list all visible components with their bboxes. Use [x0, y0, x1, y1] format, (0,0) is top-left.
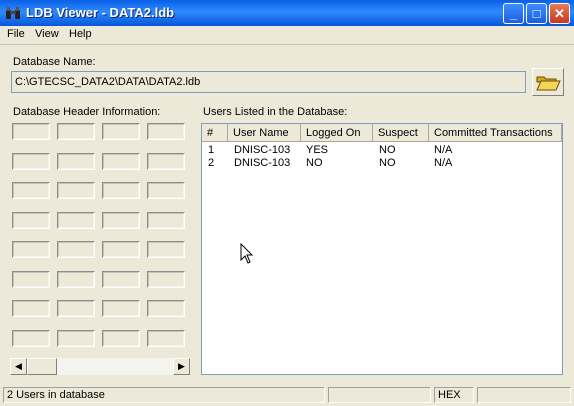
header-info-cell: [12, 300, 50, 317]
users-list[interactable]: # User Name Logged On Suspect Committed …: [201, 123, 563, 375]
binoculars-icon: [6, 7, 20, 19]
header-info-cell: [102, 182, 140, 199]
menu-help[interactable]: Help: [69, 28, 92, 40]
header-info-cell: [12, 270, 50, 288]
close-button[interactable]: ✕: [549, 3, 570, 24]
database-path-field[interactable]: C:\GTECSC_DATA2\DATA\DATA2.ldb: [11, 71, 526, 93]
header-info-cell: [147, 211, 185, 229]
close-icon: ✕: [554, 6, 565, 21]
header-info-cell: [12, 123, 50, 140]
scroll-left-button[interactable]: ◀: [10, 358, 27, 375]
header-info-cell: [12, 152, 50, 170]
menu-file[interactable]: File: [7, 28, 25, 40]
header-info-cell: [57, 123, 95, 140]
minimize-button[interactable]: _: [503, 3, 524, 24]
header-info-cell: [102, 152, 140, 170]
users-list-header: # User Name Logged On Suspect Committed …: [202, 124, 562, 142]
window-title: LDB Viewer - DATA2.ldb: [26, 5, 175, 20]
header-info-cell: [57, 182, 95, 199]
maximize-button[interactable]: □: [526, 3, 547, 24]
arrow-left-icon: ◀: [15, 361, 22, 371]
menu-view[interactable]: View: [35, 28, 59, 40]
row-committed-transactions: N/A: [434, 157, 453, 169]
status-panel-empty: [328, 387, 431, 403]
header-info-cell: [12, 241, 50, 258]
arrow-right-icon: ▶: [178, 361, 185, 371]
header-info-cell: [57, 329, 95, 347]
mouse-cursor-icon: [240, 243, 254, 264]
header-info-cell: [57, 152, 95, 170]
menu-bar: File View Help: [0, 26, 574, 45]
header-info-cell: [147, 270, 185, 288]
row-user-name: DNISC-103: [234, 144, 291, 156]
title-bar[interactable]: LDB Viewer - DATA2.ldb _ □ ✕: [0, 0, 574, 26]
header-info-cell: [57, 241, 95, 258]
database-name-label: Database Name:: [13, 56, 96, 68]
row-suspect: NO: [379, 144, 396, 156]
maximize-icon: □: [532, 6, 541, 21]
header-info-cell: [147, 182, 185, 199]
column-header-user-name[interactable]: User Name: [228, 124, 301, 142]
scroll-thumb[interactable]: [27, 358, 57, 375]
users-label: Users Listed in the Database:: [203, 106, 348, 118]
scroll-right-button[interactable]: ▶: [173, 358, 190, 375]
open-folder-icon: [536, 76, 561, 91]
open-folder-button[interactable]: [532, 68, 564, 96]
header-info-cell: [57, 270, 95, 288]
row-user-name: DNISC-103: [234, 157, 291, 169]
header-info-cell: [147, 241, 185, 258]
header-info-cell: [102, 123, 140, 140]
column-header-number[interactable]: #: [202, 124, 228, 142]
header-info-cell: [102, 241, 140, 258]
header-info-cell: [102, 300, 140, 317]
header-info-cell: [102, 270, 140, 288]
header-info-cell: [12, 182, 50, 199]
row-number: 1: [208, 144, 215, 156]
header-info-cell: [57, 300, 95, 317]
header-info-cell: [147, 300, 185, 317]
header-info-cell: [147, 152, 185, 170]
header-info-scrollbar[interactable]: ◀ ▶: [10, 358, 190, 375]
header-info-cell: [147, 329, 185, 347]
row-logged-on: YES: [306, 144, 329, 156]
column-header-logged-on[interactable]: Logged On: [301, 124, 373, 142]
header-info-cell: [12, 329, 50, 347]
header-info-label: Database Header Information:: [13, 106, 161, 118]
row-suspect: NO: [379, 157, 396, 169]
row-logged-on: NO: [306, 157, 323, 169]
row-number: 2: [208, 157, 215, 169]
status-panel-right: [477, 387, 571, 403]
header-info-cell: [102, 211, 140, 229]
header-info-grid: [10, 121, 190, 357]
header-info-cell: [12, 211, 50, 229]
header-info-cell: [102, 329, 140, 347]
status-hex: HEX: [434, 387, 474, 403]
row-committed-transactions: N/A: [434, 144, 453, 156]
column-header-suspect[interactable]: Suspect: [373, 124, 429, 142]
status-bar: 2 Users in database HEX: [0, 385, 574, 406]
minimize-icon: _: [509, 6, 518, 21]
header-info-cell: [147, 123, 185, 140]
header-info-cell: [57, 211, 95, 229]
column-header-committed-transactions[interactable]: Committed Transactions: [429, 124, 562, 142]
status-message: 2 Users in database: [3, 387, 325, 403]
